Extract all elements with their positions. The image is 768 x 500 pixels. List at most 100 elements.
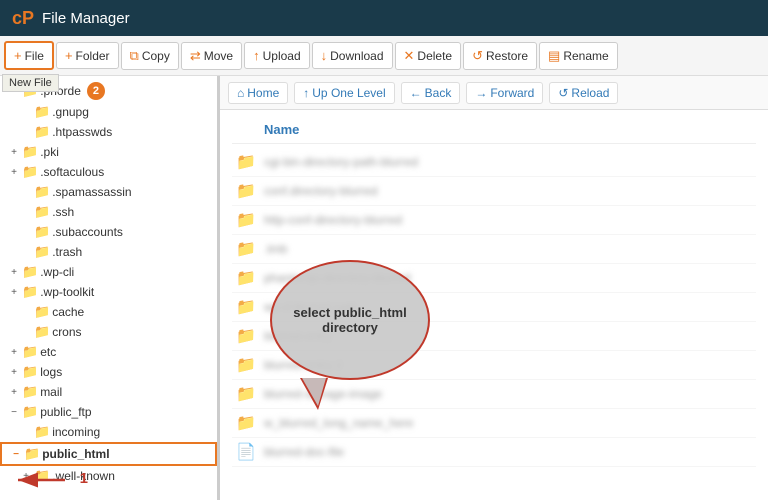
file-name: w_blurred_long_name_here [264, 416, 756, 430]
tree-item[interactable]: 📁.gnupg [0, 102, 217, 122]
tree-item[interactable]: +📁.softaculous [0, 162, 217, 182]
copy-label: Copy [142, 49, 170, 63]
new-file-label: File [25, 49, 44, 63]
tree-item[interactable]: −📁public_ftp [0, 402, 217, 422]
tree-item[interactable]: 📁.trash [0, 242, 217, 262]
move-label: Move [204, 49, 233, 63]
copy-button[interactable]: ⧉ Copy [121, 42, 179, 70]
up-icon: ↑ [303, 86, 309, 100]
folder-icon: 📁 [22, 164, 38, 180]
folder-icon: 📁 [34, 184, 50, 200]
home-label: Home [247, 86, 279, 100]
tree-item-label: .spamassassin [52, 185, 131, 199]
file-row[interactable]: 📄blurred-doc-file [232, 438, 756, 467]
tree-item-label: .softaculous [40, 165, 104, 179]
new-folder-label: Folder [76, 49, 110, 63]
folder-icon: 📁 [34, 204, 50, 220]
plus-icon: + [14, 48, 22, 63]
back-button[interactable]: ← Back [401, 82, 461, 104]
folder-icon: 📁 [236, 268, 256, 288]
file-row[interactable]: 📁 http-conf-directory-blurred [232, 206, 756, 235]
callout-text: select public_html directory [272, 305, 428, 335]
tree-item-label: .pki [40, 145, 59, 159]
move-button[interactable]: ⇄ Move [181, 42, 242, 70]
file-row[interactable]: 📁 w_blurred_long_name_here [232, 409, 756, 438]
new-file-tooltip: New File [2, 74, 59, 92]
main-content: 📁.phorde2📁.gnupg📁.htpasswds+📁.pki+📁.soft… [0, 76, 768, 500]
forward-icon: → [475, 86, 487, 100]
forward-label: Forward [490, 86, 534, 100]
expand-icon: + [8, 267, 20, 278]
top-bar: cP File Manager [0, 0, 768, 36]
expand-icon: + [8, 347, 20, 358]
rename-button[interactable]: ▤ Rename [539, 42, 618, 70]
folder-icon: 📁 [34, 104, 50, 120]
delete-button[interactable]: ✕ Delete [395, 42, 462, 70]
up-one-level-button[interactable]: ↑ Up One Level [294, 82, 394, 104]
upload-button[interactable]: ↑ Upload [244, 42, 310, 69]
tree-item[interactable]: 📁cache [0, 302, 217, 322]
upload-icon: ↑ [253, 48, 260, 63]
forward-button[interactable]: → Forward [466, 82, 543, 104]
tree-item[interactable]: −📁public_html [0, 442, 217, 466]
home-button[interactable]: ⌂ Home [228, 82, 288, 104]
folder-icon: 📁 [236, 152, 256, 172]
tree-item[interactable]: 📁.subaccounts [0, 222, 217, 242]
move-icon: ⇄ [190, 48, 201, 64]
new-file-button[interactable]: + File [4, 41, 54, 70]
right-panel: ⌂ Home ↑ Up One Level ← Back → Forward ↺… [220, 76, 768, 500]
copy-icon: ⧉ [130, 48, 139, 64]
tree-item[interactable]: 📁incoming [0, 422, 217, 442]
tree-item[interactable]: 📁.ssh [0, 202, 217, 222]
folder-icon: 📁 [236, 297, 256, 317]
folder-icon: 📁 [236, 210, 256, 230]
reload-label: Reload [571, 86, 609, 100]
restore-button[interactable]: ↺ Restore [463, 42, 537, 70]
expand-icon: + [8, 387, 20, 398]
file-name: conf.directory-blurred [264, 184, 756, 198]
app-title: File Manager [42, 10, 130, 27]
tree-item[interactable]: +📁mail [0, 382, 217, 402]
folder-icon: 📁 [22, 384, 38, 400]
file-list: Name 📁cgi-bin-directory-path-blurred📁con… [220, 110, 768, 500]
download-label: Download [330, 49, 383, 63]
arrow-svg [10, 468, 70, 492]
folder-icon: 📁 [34, 424, 50, 440]
folder-icon: 📁 [34, 304, 50, 320]
file-name: blurred-doc-file [264, 445, 756, 459]
nav-bar: ⌂ Home ↑ Up One Level ← Back → Forward ↺… [220, 76, 768, 110]
tree-item-label: cache [52, 305, 84, 319]
arrow-annotation-1: 1 [10, 468, 70, 492]
tree-item[interactable]: +📁logs [0, 362, 217, 382]
reload-button[interactable]: ↺ Reload [549, 82, 618, 104]
file-name: http-conf-directory-blurred [264, 213, 756, 227]
tree-item-label: mail [40, 385, 62, 399]
folder-icon: 📁 [236, 413, 256, 433]
tree-item-label: etc [40, 345, 56, 359]
col-header-name: Name [232, 118, 756, 144]
folder-icon: 📁 [236, 384, 256, 404]
restore-icon: ↺ [472, 48, 483, 64]
tree-item-label: .gnupg [52, 105, 89, 119]
tree-item[interactable]: +📁.wp-cli [0, 262, 217, 282]
tree-item[interactable]: 📁.htpasswds [0, 122, 217, 142]
download-button[interactable]: ↓ Download [312, 42, 393, 69]
folder-icon: 📁 [22, 144, 38, 160]
tree-item[interactable]: +📁.wp-toolkit [0, 282, 217, 302]
reload-icon: ↺ [558, 86, 568, 100]
folder-plus-icon: + [65, 48, 73, 63]
tree-item[interactable]: 📁crons [0, 322, 217, 342]
toolbar: + File + Folder ⧉ Copy ⇄ Move ↑ Upload ↓… [0, 36, 768, 76]
file-row[interactable]: 📁cgi-bin-directory-path-blurred [232, 148, 756, 177]
tree-item[interactable]: 📁.spamassassin [0, 182, 217, 202]
folder-icon: 📁 [236, 181, 256, 201]
expand-icon: − [10, 449, 22, 460]
tree-item-label: .ssh [52, 205, 74, 219]
new-folder-button[interactable]: + Folder [56, 42, 119, 69]
tree-item[interactable]: +📁.pki [0, 142, 217, 162]
tree-item-label: crons [52, 325, 81, 339]
expand-icon: − [8, 407, 20, 418]
file-row[interactable]: 📁 conf.directory-blurred [232, 177, 756, 206]
tree-item[interactable]: +📁etc [0, 342, 217, 362]
folder-icon: 📁 [22, 344, 38, 360]
